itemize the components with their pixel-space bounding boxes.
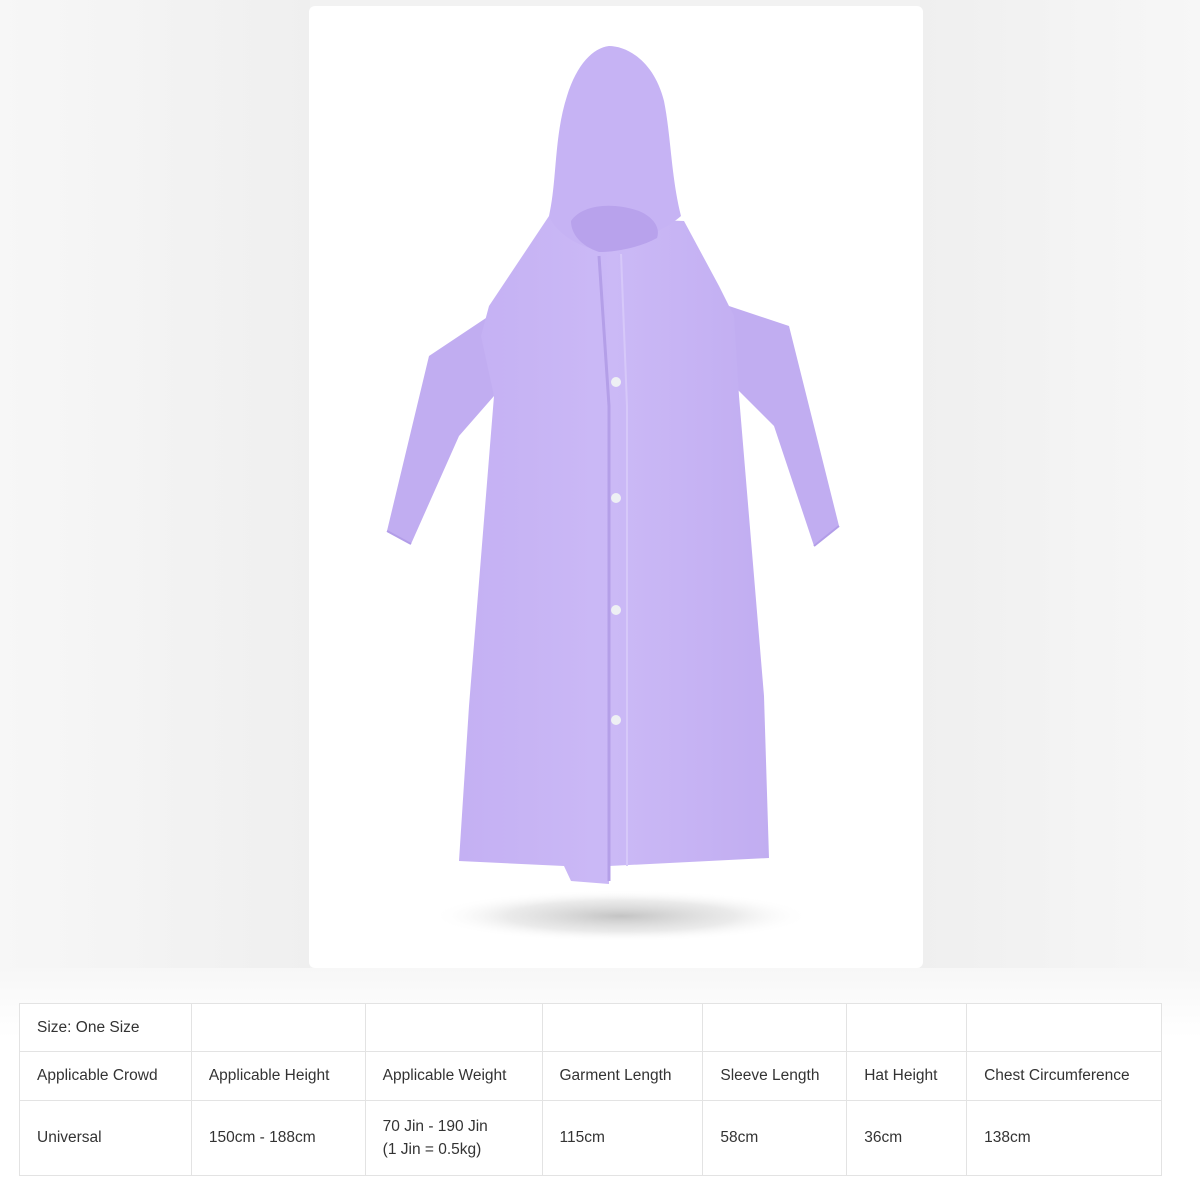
header-row: Applicable Crowd Applicable Height Appli… (19, 1051, 1162, 1101)
product-image-card (309, 6, 923, 968)
value-height: 150cm - 188cm (190, 1100, 366, 1176)
header-hat-height: Hat Height (846, 1051, 968, 1101)
value-chest: 138cm (966, 1100, 1162, 1176)
raincoat-image (386, 46, 840, 942)
value-weight-line1: 70 Jin - 190 Jin (382, 1118, 488, 1135)
value-sleeve-length: 58cm (702, 1100, 848, 1176)
coat-body (459, 216, 769, 884)
value-weight-line2: (1 Jin = 0.5kg) (382, 1141, 482, 1158)
coat-button (611, 715, 621, 725)
header-garment-length: Garment Length (541, 1051, 704, 1101)
header-height: Applicable Height (190, 1051, 366, 1101)
size-label: Size: One Size (19, 1003, 192, 1052)
size-row: Size: One Size (19, 1003, 1162, 1052)
size-table: Size: One Size Applicable Crowd Applicab… (19, 1003, 1162, 1176)
value-crowd: Universal (19, 1100, 192, 1176)
floor-shadow (431, 890, 811, 942)
value-garment-length: 115cm (541, 1100, 704, 1176)
background-right (920, 0, 1200, 970)
header-sleeve-length: Sleeve Length (702, 1051, 848, 1101)
coat-button (611, 605, 621, 615)
value-hat-height: 36cm (846, 1100, 968, 1176)
header-chest: Chest Circumference (966, 1051, 1162, 1101)
coat-button (611, 377, 621, 387)
value-weight: 70 Jin - 190 Jin (1 Jin = 0.5kg) (364, 1100, 543, 1176)
background-left (0, 0, 310, 970)
header-crowd: Applicable Crowd (19, 1051, 192, 1101)
coat-button (611, 493, 621, 503)
header-weight: Applicable Weight (364, 1051, 543, 1101)
value-row: Universal 150cm - 188cm 70 Jin - 190 Jin… (19, 1100, 1162, 1176)
left-sleeve (387, 316, 494, 544)
